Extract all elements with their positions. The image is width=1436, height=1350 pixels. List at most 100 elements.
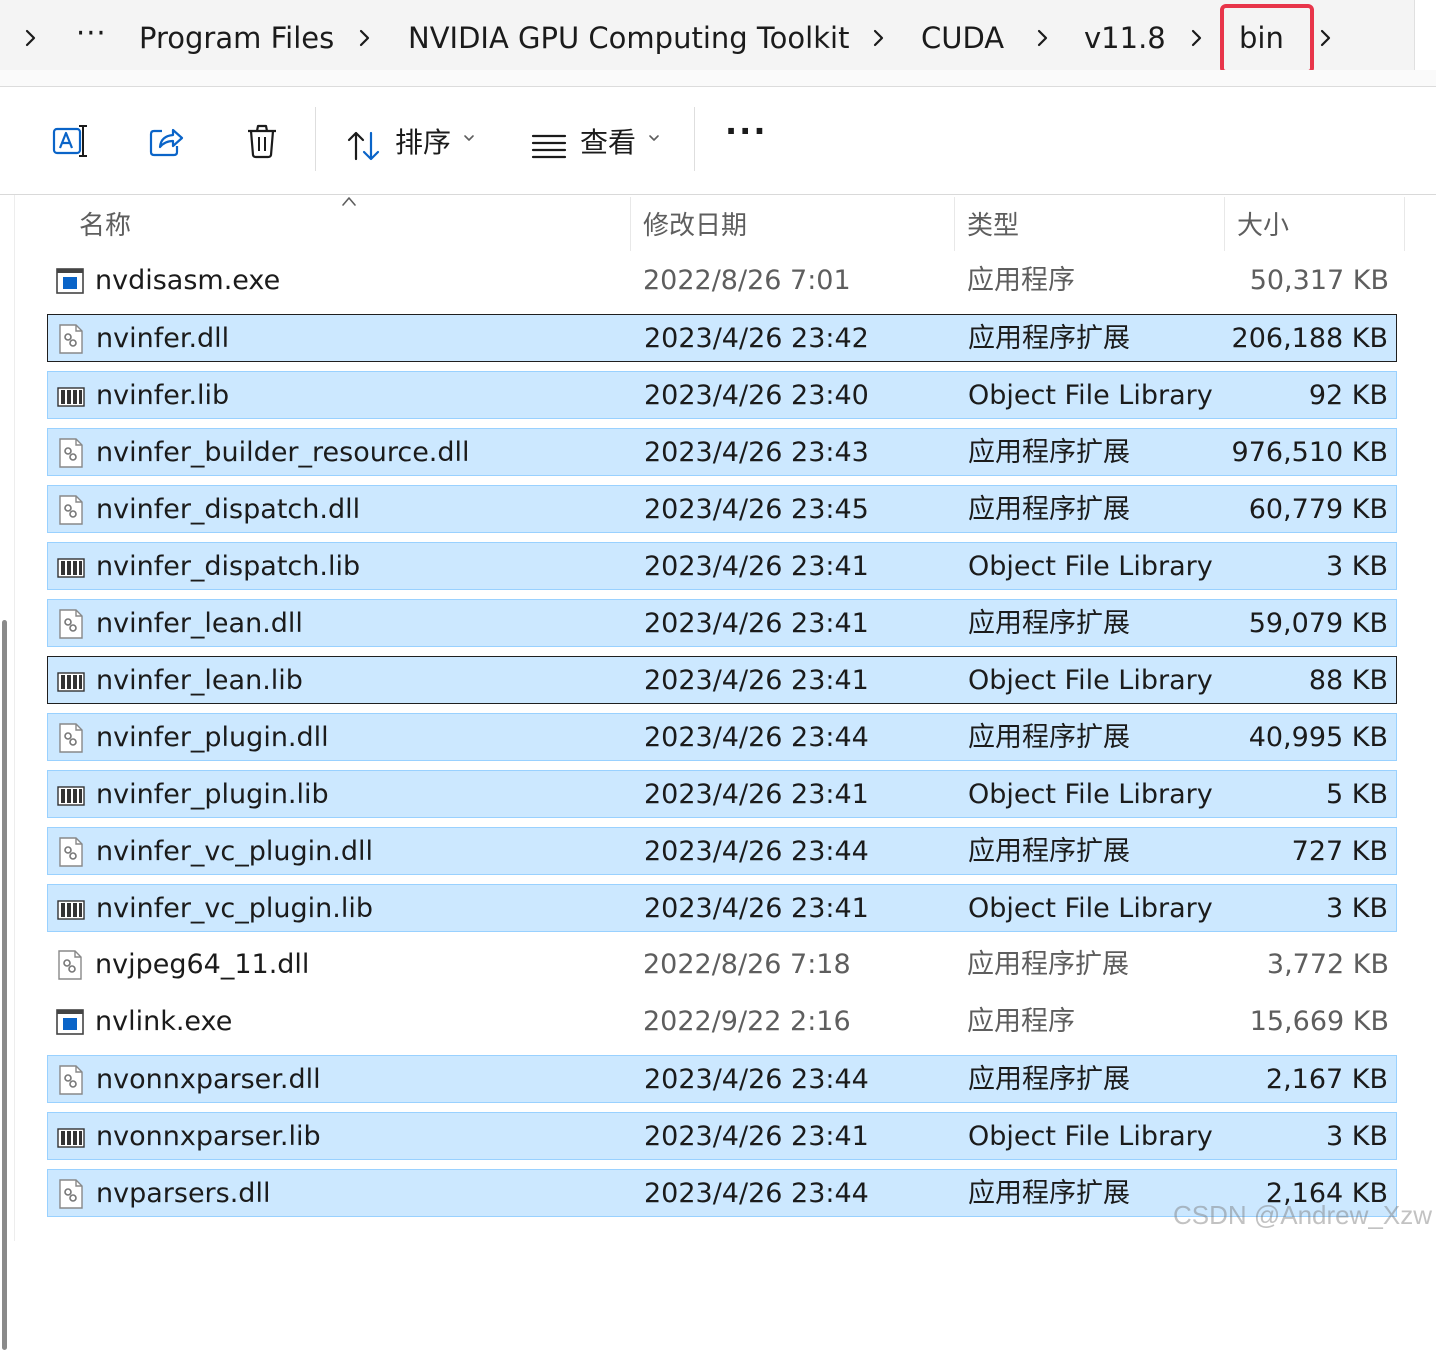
file-size: 50,317 KB <box>1249 265 1389 296</box>
file-name: nvjpeg64_11.dll <box>95 949 310 980</box>
file-date: 2022/8/26 7:18 <box>643 949 851 980</box>
file-size: 88 KB <box>1308 665 1388 696</box>
column-divider[interactable] <box>1404 197 1405 251</box>
file-date: 2023/4/26 23:41 <box>644 779 869 810</box>
file-row[interactable]: nvinfer_lean.dll 2023/4/26 23:41 应用程序扩展 59,… <box>47 599 1397 647</box>
file-date: 2022/8/26 7:01 <box>643 265 851 296</box>
file-date: 2023/4/26 23:45 <box>644 494 869 525</box>
command-bar: 排序 查看 ··· <box>0 87 1436 195</box>
file-name: nvinfer_lean.dll <box>96 608 303 639</box>
file-date: 2023/4/26 23:41 <box>644 608 869 639</box>
executable-file-icon <box>55 265 85 297</box>
chevron-right-icon[interactable] <box>1313 24 1339 52</box>
file-date: 2022/9/22 2:16 <box>643 1006 851 1037</box>
file-row[interactable]: nvinfer_builder_resource.dll 2023/4/26 23… <box>47 428 1397 476</box>
breadcrumb-overflow-button[interactable]: ··· <box>76 14 107 52</box>
chevron-down-icon[interactable] <box>647 131 661 145</box>
file-date: 2023/4/26 23:40 <box>644 380 869 411</box>
column-divider[interactable] <box>954 197 955 251</box>
file-date: 2023/4/26 23:43 <box>644 437 869 468</box>
file-size: 3,772 KB <box>1266 949 1389 980</box>
file-name: nvinfer_dispatch.dll <box>96 494 361 525</box>
file-name: nvonnxparser.dll <box>96 1064 321 1095</box>
file-size: 3 KB <box>1326 551 1388 582</box>
file-list: nvdisasm.exe 2022/8/26 7:01 应用程序 50,317 KB n… <box>0 253 1436 1241</box>
rename-icon[interactable] <box>50 121 90 161</box>
library-file-icon <box>56 380 86 412</box>
file-date: 2023/4/26 23:41 <box>644 551 869 582</box>
file-row[interactable]: nvinfer_lean.lib 2023/4/26 23:41 Object Fi… <box>47 656 1397 704</box>
share-icon[interactable] <box>146 121 186 161</box>
column-header-name[interactable]: 名称 <box>79 209 131 243</box>
column-header-type[interactable]: 类型 <box>967 209 1019 243</box>
file-row[interactable]: nvinfer_vc_plugin.dll 2023/4/26 23:44 应用程序… <box>47 827 1397 875</box>
file-row[interactable]: nvonnxparser.dll 2023/4/26 23:44 应用程序扩展 2,1… <box>47 1055 1397 1103</box>
column-headers: 名称 修改日期 类型 大小 <box>0 195 1436 253</box>
chevron-down-icon[interactable] <box>462 131 476 145</box>
trash-icon[interactable] <box>242 121 282 161</box>
file-date: 2023/4/26 23:41 <box>644 665 869 696</box>
sort-ascending-icon <box>341 195 357 207</box>
chevron-right-icon[interactable] <box>18 24 44 52</box>
divider <box>0 70 1436 87</box>
file-row[interactable]: nvlink.exe 2022/9/22 2:16 应用程序 15,669 KB <box>47 998 1397 1046</box>
sort-icon[interactable] <box>344 127 384 167</box>
file-size: 5 KB <box>1326 779 1388 810</box>
file-type: 应用程序扩展 <box>968 1178 1130 1209</box>
file-row[interactable]: nvinfer_vc_plugin.lib 2023/4/26 23:41 Obje… <box>47 884 1397 932</box>
file-type: 应用程序扩展 <box>968 836 1130 867</box>
breadcrumb: ··· Program Files NVIDIA GPU Computing T… <box>0 0 1415 71</box>
file-row[interactable]: nvonnxparser.lib 2023/4/26 23:41 Object Fi… <box>47 1112 1397 1160</box>
sort-button[interactable]: 排序 <box>395 125 451 161</box>
file-row[interactable]: nvdisasm.exe 2022/8/26 7:01 应用程序 50,317 KB <box>47 257 1397 305</box>
file-type: Object File Library <box>968 893 1213 924</box>
file-row[interactable]: nvinfer_dispatch.lib 2023/4/26 23:41 Objec… <box>47 542 1397 590</box>
chevron-right-icon[interactable] <box>1184 24 1210 52</box>
breadcrumb-item-version[interactable]: v11.8 <box>1084 19 1166 57</box>
file-row[interactable]: nvinfer_plugin.lib 2023/4/26 23:41 Object … <box>47 770 1397 818</box>
column-divider[interactable] <box>1224 197 1225 251</box>
dll-file-icon <box>56 437 86 469</box>
file-name: nvinfer_vc_plugin.lib <box>96 893 373 924</box>
view-list-icon[interactable] <box>530 127 570 167</box>
view-button[interactable]: 查看 <box>580 125 636 161</box>
library-file-icon <box>56 893 86 925</box>
file-row[interactable]: nvinfer.dll 2023/4/26 23:42 应用程序扩展 206,188 … <box>47 314 1397 362</box>
highlight-annotation <box>1220 4 1314 74</box>
file-row[interactable]: nvinfer.lib 2023/4/26 23:40 Object File Li… <box>47 371 1397 419</box>
file-type: 应用程序扩展 <box>968 608 1130 639</box>
column-header-date[interactable]: 修改日期 <box>643 209 747 243</box>
file-date: 2023/4/26 23:44 <box>644 722 869 753</box>
file-name: nvdisasm.exe <box>95 265 281 296</box>
more-options-button[interactable]: ··· <box>725 113 767 149</box>
file-row[interactable]: nvinfer_plugin.dll 2023/4/26 23:44 应用程序扩展 4… <box>47 713 1397 761</box>
chevron-right-icon[interactable] <box>1030 24 1056 52</box>
file-name: nvlink.exe <box>95 1006 233 1037</box>
file-size: 3 KB <box>1326 893 1388 924</box>
file-row[interactable]: nvinfer_dispatch.dll 2023/4/26 23:45 应用程序扩… <box>47 485 1397 533</box>
chevron-right-icon[interactable] <box>352 24 378 52</box>
breadcrumb-item-nvidia-toolkit[interactable]: NVIDIA GPU Computing Toolkit <box>408 19 849 57</box>
breadcrumb-item-program-files[interactable]: Program Files <box>139 19 334 57</box>
file-size: 206,188 KB <box>1231 323 1388 354</box>
file-name: nvinfer.lib <box>96 380 230 411</box>
dll-file-icon <box>56 608 86 640</box>
chevron-right-icon[interactable] <box>866 24 892 52</box>
dll-file-icon <box>56 1178 86 1210</box>
file-type: 应用程序扩展 <box>968 494 1130 525</box>
file-date: 2023/4/26 23:42 <box>644 323 869 354</box>
file-size: 727 KB <box>1291 836 1388 867</box>
dll-file-icon <box>56 836 86 868</box>
file-row[interactable]: nvjpeg64_11.dll 2022/8/26 7:18 应用程序扩展 3,772… <box>47 941 1397 989</box>
column-header-size[interactable]: 大小 <box>1237 209 1289 243</box>
file-name: nvinfer_plugin.lib <box>96 779 329 810</box>
column-divider[interactable] <box>630 197 631 251</box>
toolbar-divider <box>694 107 695 171</box>
library-file-icon <box>56 779 86 811</box>
breadcrumb-item-cuda[interactable]: CUDA <box>921 19 1004 57</box>
file-type: 应用程序扩展 <box>967 949 1129 980</box>
dll-file-icon <box>56 1064 86 1096</box>
file-name: nvonnxparser.lib <box>96 1121 321 1152</box>
file-type: Object File Library <box>968 380 1213 411</box>
file-type: 应用程序扩展 <box>968 437 1130 468</box>
